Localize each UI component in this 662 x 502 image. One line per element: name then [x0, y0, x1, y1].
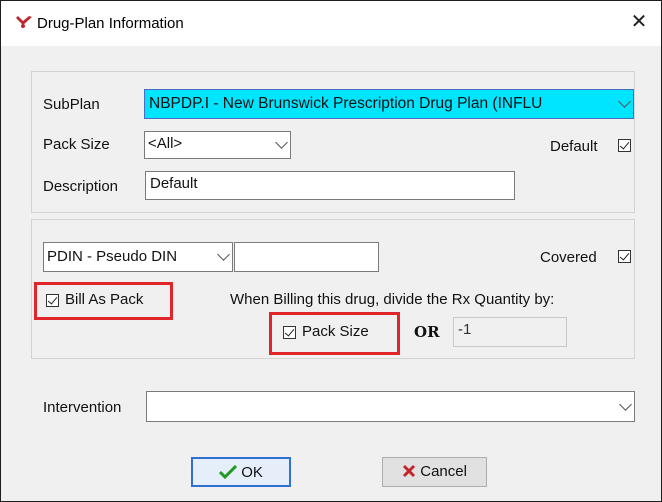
description-input[interactable]: Default	[145, 171, 515, 200]
pack-size-label: Pack Size	[43, 136, 110, 153]
title-bar: Drug-Plan Information ✕	[1, 1, 661, 46]
pdin-value: PDIN - Pseudo DIN	[47, 248, 178, 265]
bill-as-pack-checkbox[interactable]	[46, 294, 59, 307]
checkmark-icon	[219, 464, 238, 480]
chevron-down-icon	[275, 136, 288, 149]
ok-button[interactable]: OK	[191, 457, 291, 487]
or-label: OR	[414, 323, 440, 341]
intervention-select[interactable]	[146, 391, 635, 422]
drug-plan-dialog: Drug-Plan Information ✕ SubPlan NBPDP.I …	[0, 0, 662, 502]
close-icon[interactable]: ✕	[627, 11, 651, 35]
chevron-down-icon	[619, 397, 632, 411]
pack-size-value: <All>	[148, 135, 183, 152]
pack-size-option-label[interactable]: Pack Size	[302, 323, 369, 340]
bill-as-pack-label[interactable]: Bill As Pack	[65, 291, 143, 308]
pdin-input[interactable]	[234, 242, 379, 272]
subplan-value: NBPDP.I - New Brunswick Prescription Dru…	[149, 95, 543, 112]
subplan-label: SubPlan	[43, 96, 100, 113]
pdin-select[interactable]: PDIN - Pseudo DIN	[43, 242, 233, 272]
description-label: Description	[43, 178, 119, 195]
chevron-down-icon	[217, 248, 230, 261]
quantity-value: -1	[458, 321, 472, 338]
intervention-label: Intervention	[43, 399, 122, 416]
description-value: Default	[150, 175, 198, 192]
divide-instruction-text: When Billing this drug, divide the Rx Qu…	[230, 291, 555, 308]
pack-size-checkbox[interactable]	[283, 326, 296, 339]
cancel-label: Cancel	[420, 463, 467, 480]
covered-checkbox[interactable]	[618, 250, 631, 263]
default-label: Default	[550, 138, 598, 155]
pack-size-select[interactable]: <All>	[144, 131, 291, 159]
covered-label: Covered	[540, 249, 597, 266]
subplan-select[interactable]: NBPDP.I - New Brunswick Prescription Dru…	[144, 89, 634, 119]
x-icon	[403, 464, 416, 478]
ok-label: OK	[241, 464, 263, 481]
cancel-button[interactable]: Cancel	[382, 457, 487, 487]
quantity-input[interactable]: -1	[453, 317, 567, 347]
dropper-icon	[16, 16, 32, 28]
default-checkbox[interactable]	[618, 139, 631, 152]
window-title: Drug-Plan Information	[37, 15, 184, 32]
